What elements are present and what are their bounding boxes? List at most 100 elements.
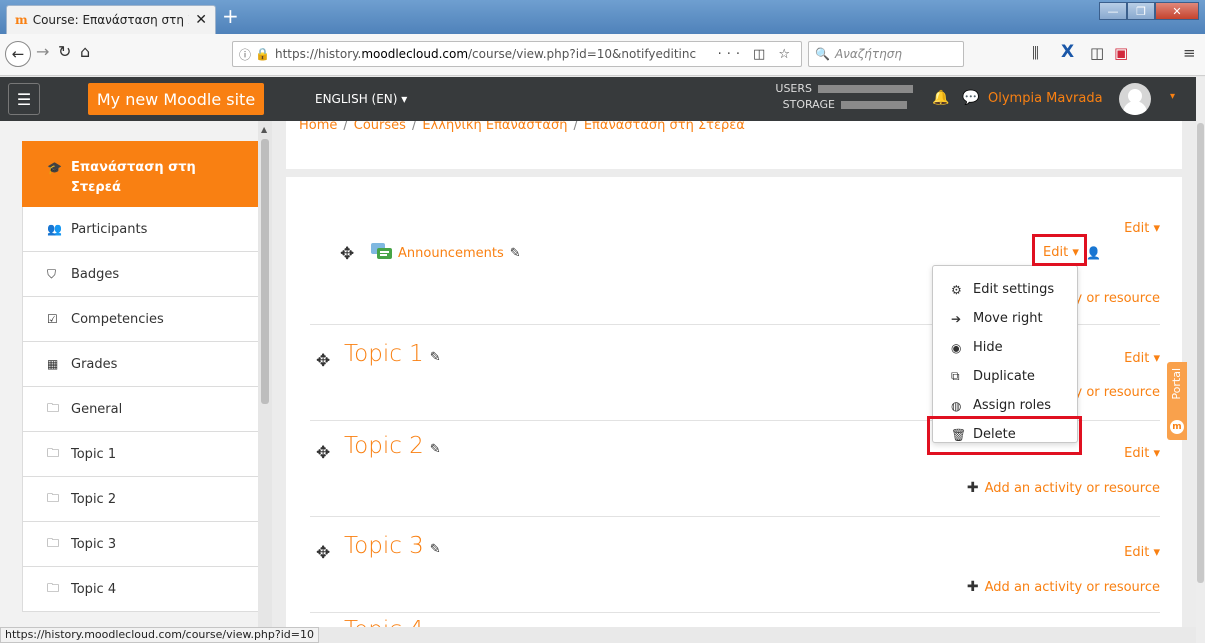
folder-icon: 🗀 (47, 445, 60, 460)
menu-edit-settings[interactable]: ⚙ Edit settings (933, 275, 1077, 304)
forum-icon (371, 243, 392, 259)
pencil-icon[interactable]: ✎ (430, 542, 441, 557)
drawer-item-label: Badges (71, 266, 120, 282)
drawer-toggle-button[interactable]: ☰ (8, 83, 40, 115)
maximize-button[interactable]: ❐ (1127, 2, 1155, 20)
copy-icon: ⧉ (951, 369, 960, 383)
bookmark-star-icon[interactable]: ☆ (778, 47, 795, 62)
drawer-item-topic-3[interactable]: 🗀 Topic 3 (22, 522, 266, 567)
drawer-item-general[interactable]: 🗀 General (22, 387, 266, 432)
breadcrumb-courses[interactable]: Courses (354, 121, 406, 133)
url-prefix: https://history. (274, 47, 362, 61)
portal-label: Portal (1170, 368, 1183, 400)
move-icon[interactable]: ✥ (316, 443, 330, 463)
browser-titlebar: m Course: Επανάσταση στη Στερ ✕ + — ❐ ✕ (0, 0, 1205, 34)
drawer-scroll-thumb[interactable] (261, 139, 269, 404)
drawer-item-label: Competencies (71, 311, 164, 327)
users-quota-bar (818, 85, 913, 93)
messages-icon[interactable]: 💬 (962, 90, 979, 106)
site-name[interactable]: My new Moodle site (88, 83, 264, 115)
section-edit-menu[interactable]: Edit ▾ (1124, 351, 1160, 366)
drawer-item-badges[interactable]: ⛉ Badges (22, 252, 266, 297)
caret-down-icon: ▾ (401, 92, 408, 106)
lock-icon: 🔒 (255, 47, 270, 61)
breadcrumb-home[interactable]: Home (299, 121, 337, 133)
info-icon[interactable]: ⓘ (239, 46, 251, 63)
table-icon: ▦ (47, 357, 59, 371)
folder-icon: 🗀 (47, 400, 60, 415)
topic-1-title[interactable]: Topic 1 ✎ (344, 341, 441, 367)
announcements-link[interactable]: Announcements ✎ (398, 246, 521, 261)
breadcrumb-course[interactable]: Επανάσταση στη Στερεά (584, 121, 745, 133)
drawer-item-label: Topic 1 (71, 446, 117, 462)
menu-move-right[interactable]: ➔ Move right (933, 304, 1077, 333)
move-icon[interactable]: ✥ (316, 351, 330, 371)
section-edit-menu[interactable]: Edit ▾ (1124, 545, 1160, 560)
page-scrollbar[interactable] (1196, 77, 1205, 643)
menu-duplicate[interactable]: ⧉ Duplicate (933, 362, 1077, 391)
topic-2-title[interactable]: Topic 2 ✎ (344, 433, 441, 459)
section-edit-menu[interactable]: Edit ▾ (1124, 221, 1160, 236)
person-icon[interactable]: 👤 (1086, 246, 1101, 260)
pencil-icon[interactable]: ✎ (430, 442, 441, 457)
close-window-button[interactable]: ✕ (1155, 2, 1199, 20)
section-edit-menu[interactable]: Edit ▾ (1124, 446, 1160, 461)
drawer-item-topic-4[interactable]: 🗀 Topic 4 (22, 567, 266, 612)
folder-icon: 🗀 (47, 490, 60, 505)
close-tab-icon[interactable]: ✕ (195, 12, 207, 28)
topic-3-title[interactable]: Topic 3 ✎ (344, 533, 441, 559)
menu-icon[interactable]: ≡ (1183, 44, 1196, 62)
topic-4-title[interactable]: Topic 4 (344, 617, 424, 627)
pocket-icon[interactable]: ◫ (753, 47, 770, 62)
x-extension-icon[interactable]: X (1061, 42, 1074, 62)
folder-icon: 🗀 (47, 580, 60, 595)
scroll-up-icon[interactable]: ▲ (261, 125, 267, 134)
user-name[interactable]: Olympia Mavrada (988, 91, 1103, 106)
search-icon: 🔍 (815, 47, 830, 61)
drawer-item-course[interactable]: 🎓 Επανάσταση στη Στερεά (22, 141, 266, 207)
drawer-item-label: Topic 4 (71, 581, 117, 597)
tab-title: Course: Επανάσταση στη Στερ (32, 13, 190, 27)
home-icon[interactable]: ⌂ (80, 42, 90, 61)
search-bar[interactable]: 🔍 Αναζήτηση (808, 41, 964, 67)
library-icon[interactable]: ⫼ (1032, 44, 1039, 62)
move-icon[interactable]: ✥ (340, 244, 354, 264)
pencil-icon[interactable]: ✎ (510, 246, 521, 261)
drawer-scrollbar[interactable]: ▲ (258, 121, 272, 627)
user-menu-caret-icon[interactable]: ▾ (1170, 91, 1175, 102)
forward-icon[interactable]: → (36, 42, 49, 61)
add-activity-link-topic-3[interactable]: ✚ Add an activity or resource (967, 579, 1160, 595)
users-quota: USERS (752, 81, 913, 97)
move-icon[interactable]: ✥ (316, 543, 330, 563)
page-actions-icon[interactable]: ··· (718, 47, 745, 62)
address-bar[interactable]: ⓘ 🔒 https://history.moodlecloud.com/cour… (232, 41, 802, 67)
drawer-item-grades[interactable]: ▦ Grades (22, 342, 266, 387)
new-tab-icon[interactable]: + (222, 6, 239, 26)
drawer-item-label: Grades (71, 356, 118, 372)
drawer-item-topic-2[interactable]: 🗀 Topic 2 (22, 477, 266, 522)
moodle-favicon-icon: m (15, 13, 28, 27)
drawer-item-participants[interactable]: 👥 Participants (22, 207, 266, 252)
language-menu[interactable]: ENGLISH (EN) ▾ (315, 92, 407, 106)
menu-hide[interactable]: ◉ Hide (933, 333, 1077, 362)
pocket-save-icon[interactable]: ▣ (1114, 44, 1128, 62)
pencil-icon[interactable]: ✎ (430, 350, 441, 365)
reload-icon[interactable]: ↻ (58, 42, 71, 61)
breadcrumb: Home / Courses / Ελληνική Επανάσταση / Επανάστ… (299, 121, 745, 133)
back-icon[interactable]: ← (5, 41, 31, 67)
drawer-item-competencies[interactable]: ☑ Competencies (22, 297, 266, 342)
edit-highlight-box (1032, 234, 1087, 266)
minimize-button[interactable]: — (1099, 2, 1127, 20)
portal-widget[interactable]: Portal m (1167, 362, 1187, 440)
avatar[interactable] (1119, 83, 1151, 115)
sidebar-icon[interactable]: ◫ (1090, 44, 1104, 62)
check-square-icon: ☑ (47, 312, 58, 326)
add-activity-link-topic-2[interactable]: ✚ Add an activity or resource (967, 480, 1160, 496)
breadcrumb-category[interactable]: Ελληνική Επανάσταση (422, 121, 567, 133)
drawer-item-topic-1[interactable]: 🗀 Topic 1 (22, 432, 266, 477)
plus-icon: ✚ (966, 480, 979, 496)
section-topic-4: ✥ Topic 4 (310, 613, 1160, 627)
browser-tab[interactable]: m Course: Επανάσταση στη Στερ ✕ (6, 5, 216, 34)
page-scroll-thumb[interactable] (1197, 123, 1204, 583)
bell-icon[interactable]: 🔔 (932, 90, 949, 106)
